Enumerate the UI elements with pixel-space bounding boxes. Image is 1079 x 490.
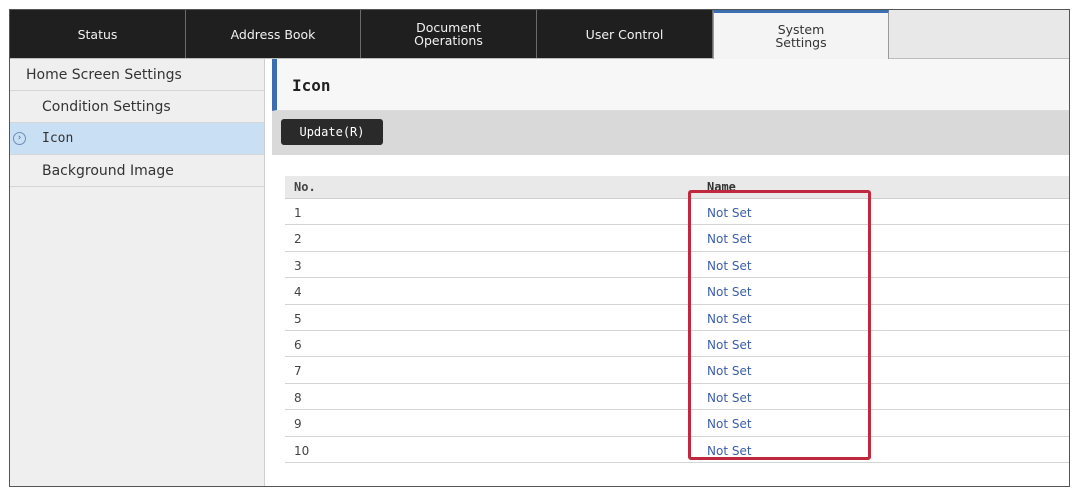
table-row: 3 Not Set xyxy=(285,252,1069,279)
icon-name-link[interactable]: Not Set xyxy=(707,285,752,299)
page-title: Icon xyxy=(292,76,331,95)
tab-label: User Control xyxy=(585,26,664,42)
table-row: 1 Not Set xyxy=(285,199,1069,226)
table-header: No. Name xyxy=(285,176,1069,199)
table-row: 5 Not Set xyxy=(285,305,1069,331)
row-number: 4 xyxy=(294,285,302,300)
table-row: 10 Not Set xyxy=(285,437,1069,463)
tab-user-control[interactable]: User Control xyxy=(537,10,713,58)
icon-name-link[interactable]: Not Set xyxy=(707,417,752,431)
icon-name-link[interactable]: Not Set xyxy=(707,312,752,326)
main-panel: Icon Update(R) No. Name 1 Not Set 2 Not Se… xyxy=(272,59,1069,486)
icon-name-link[interactable]: Not Set xyxy=(707,391,752,405)
row-number: 3 xyxy=(294,258,302,273)
tab-system-settings[interactable]: System Settings xyxy=(713,10,889,59)
icon-name-link[interactable]: Not Set xyxy=(707,259,752,273)
sidebar-item-icon[interactable]: › Icon xyxy=(10,123,264,155)
tab-label-line2: Settings xyxy=(775,35,827,50)
table-row: 8 Not Set xyxy=(285,384,1069,411)
sidebar-item-home-screen-settings[interactable]: Home Screen Settings xyxy=(10,59,264,91)
icon-name-link[interactable]: Not Set xyxy=(707,232,752,246)
icon-name-link[interactable]: Not Set xyxy=(707,206,752,220)
sidebar-item-label: Home Screen Settings xyxy=(26,66,182,83)
sidebar-item-label: Icon xyxy=(42,131,74,146)
row-number: 8 xyxy=(294,390,302,405)
tab-address-book[interactable]: Address Book xyxy=(186,10,361,58)
row-number: 7 xyxy=(294,364,302,379)
table-row: 9 Not Set xyxy=(285,410,1069,437)
toolbar: Update(R) xyxy=(272,111,1069,155)
page-title-bar: Icon xyxy=(272,59,1069,111)
icon-name-link[interactable]: Not Set xyxy=(707,444,752,458)
browser-frame: Status Address Book Document Operations … xyxy=(9,9,1070,487)
row-number: 1 xyxy=(294,206,302,220)
icon-name-link[interactable]: Not Set xyxy=(707,364,752,378)
row-number: 2 xyxy=(294,232,302,247)
tab-label-line2: Operations xyxy=(414,33,483,48)
table-row: 6 Not Set xyxy=(285,331,1069,358)
icon-table: No. Name 1 Not Set 2 Not Set 3 Not Set 4 Not… xyxy=(285,176,1069,463)
table-row: 4 Not Set xyxy=(285,278,1069,305)
tab-document-operations[interactable]: Document Operations xyxy=(361,10,537,58)
row-number: 9 xyxy=(294,417,302,432)
sidebar: Home Screen Settings Condition Settings … xyxy=(10,59,265,486)
row-number: 6 xyxy=(294,337,302,352)
icon-name-link[interactable]: Not Set xyxy=(707,338,752,352)
top-tab-bar: Status Address Book Document Operations … xyxy=(10,10,1069,59)
chevron-right-circle-icon: › xyxy=(13,132,26,145)
column-header-no: No. xyxy=(294,180,316,194)
row-number: 5 xyxy=(294,311,302,326)
update-button[interactable]: Update(R) xyxy=(281,119,383,145)
column-header-name: Name xyxy=(707,180,736,194)
tab-label: Address Book xyxy=(230,26,316,42)
table-row: 2 Not Set xyxy=(285,225,1069,252)
table-row: 7 Not Set xyxy=(285,357,1069,384)
sidebar-item-background-image[interactable]: Background Image xyxy=(10,155,264,187)
sidebar-item-condition-settings[interactable]: Condition Settings xyxy=(10,91,264,123)
tab-status[interactable]: Status xyxy=(10,10,186,58)
sidebar-item-label: Condition Settings xyxy=(42,98,171,115)
tab-label: Status xyxy=(77,26,118,42)
row-number: 10 xyxy=(294,443,310,458)
sidebar-item-label: Background Image xyxy=(42,162,174,179)
